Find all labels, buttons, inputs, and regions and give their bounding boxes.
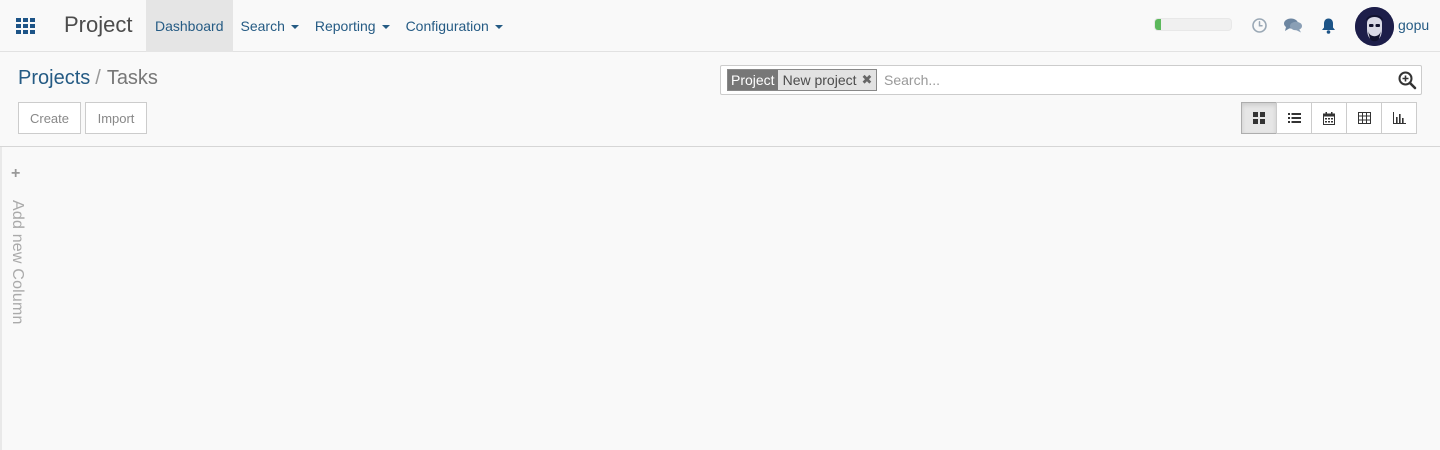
- breadcrumb: Projects / Tasks: [18, 66, 158, 90]
- bell-icon[interactable]: [1320, 17, 1337, 40]
- progress-fill: [1155, 19, 1162, 30]
- facet-value-text: New project: [782, 72, 857, 88]
- list-icon: [1287, 113, 1301, 123]
- username[interactable]: gopu: [1398, 17, 1429, 33]
- breadcrumb-current: Tasks: [106, 67, 158, 89]
- facet-remove-icon[interactable]: ✖: [862, 70, 873, 90]
- menu-item-search[interactable]: Search: [233, 0, 307, 52]
- import-button[interactable]: Import: [85, 102, 147, 134]
- main-menu: Dashboard Search Reporting Configuration: [146, 0, 511, 52]
- kanban-view-button[interactable]: [1241, 102, 1277, 134]
- calendar-view-button[interactable]: [1311, 102, 1347, 134]
- graph-view-button[interactable]: [1381, 102, 1417, 134]
- search-zoom-icon[interactable]: [1397, 70, 1417, 90]
- menu-item-reporting[interactable]: Reporting: [307, 0, 398, 52]
- progress-bar: [1154, 18, 1232, 31]
- menu-item-label: Reporting: [314, 18, 376, 34]
- kanban-left-edge: [0, 147, 2, 450]
- menu-item-configuration[interactable]: Configuration: [398, 0, 511, 52]
- table-icon: [1357, 112, 1371, 124]
- search-box: Project New project ✖: [720, 65, 1422, 95]
- list-view-button[interactable]: [1276, 102, 1312, 134]
- facet-value: New project ✖: [777, 70, 877, 90]
- chat-icon[interactable]: [1283, 17, 1303, 39]
- clock-icon[interactable]: [1251, 17, 1268, 39]
- caret-down-icon: [290, 25, 299, 29]
- top-navbar: Project Dashboard Search Reporting Confi…: [0, 0, 1440, 52]
- pivot-view-button[interactable]: [1346, 102, 1382, 134]
- create-button[interactable]: Create: [18, 102, 81, 134]
- avatar[interactable]: [1355, 7, 1394, 46]
- caret-down-icon: [381, 25, 390, 29]
- menu-item-label: Dashboard: [155, 18, 224, 34]
- app-title: Project: [64, 12, 133, 37]
- kanban-grid-icon: [1253, 112, 1265, 124]
- search-facet: Project New project ✖: [727, 69, 878, 91]
- calendar-icon: [1323, 111, 1335, 125]
- caret-down-icon: [494, 25, 503, 29]
- kanban-board: [0, 147, 1440, 450]
- add-new-column-button[interactable]: Add new Column: [8, 200, 26, 325]
- breadcrumb-projects-link[interactable]: Projects: [18, 67, 90, 89]
- menu-item-label: Configuration: [405, 18, 489, 34]
- menu-item-dashboard[interactable]: Dashboard: [146, 0, 233, 52]
- add-column-plus-icon[interactable]: +: [11, 166, 20, 182]
- search-input[interactable]: [884, 69, 1384, 91]
- bar-chart-icon: [1392, 112, 1406, 124]
- view-switcher: [1241, 102, 1417, 134]
- menu-item-label: Search: [240, 18, 285, 34]
- facet-label: Project: [728, 70, 778, 90]
- apps-grid-icon[interactable]: [15, 15, 37, 37]
- breadcrumb-separator: /: [95, 67, 101, 89]
